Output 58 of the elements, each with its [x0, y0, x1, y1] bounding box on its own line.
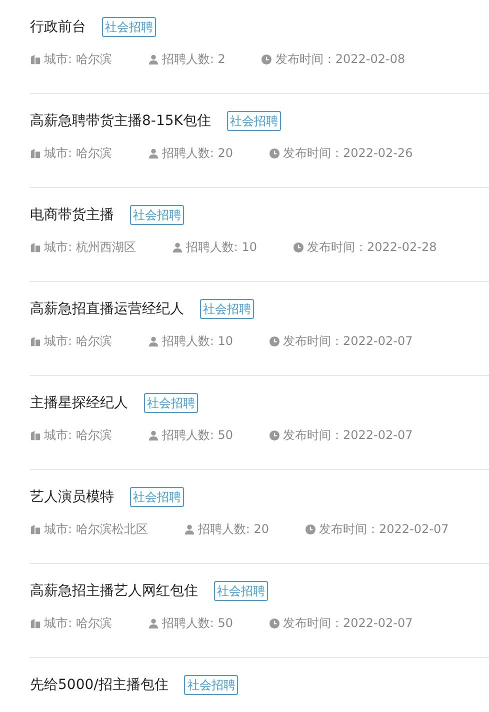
- person-icon: [172, 242, 183, 253]
- date-label: 发布时间：2022-02-07: [283, 615, 413, 632]
- date-label: 发布时间：2022-02-07: [319, 521, 449, 538]
- headcount-label: 招聘人数: 20: [198, 521, 269, 538]
- category-tag: 社会招聘: [214, 581, 268, 601]
- clock-icon: [269, 618, 280, 629]
- person-icon: [148, 148, 159, 159]
- job-title[interactable]: 电商带货主播: [30, 206, 114, 224]
- job-title[interactable]: 艺人演员模特: [30, 488, 114, 506]
- city-label: 城市: 哈尔滨松北区: [44, 521, 148, 538]
- job-title[interactable]: 高薪急招主播艺人网红包住: [30, 582, 198, 600]
- clock-icon: [269, 430, 280, 441]
- city-label: 城市: 杭州西湖区: [44, 239, 136, 256]
- building-icon: [30, 148, 41, 159]
- building-icon: [30, 524, 41, 535]
- building-icon: [30, 242, 41, 253]
- person-icon: [148, 336, 159, 347]
- category-tag: 社会招聘: [200, 299, 254, 319]
- date-label: 发布时间：2022-02-08: [275, 51, 406, 68]
- category-tag: 社会招聘: [226, 111, 281, 131]
- person-icon: [148, 618, 159, 629]
- building-icon: [30, 336, 41, 347]
- headcount-label: 招聘人数: 10: [162, 333, 233, 350]
- city-label: 城市: 哈尔滨: [44, 333, 112, 350]
- category-tag: 社会招聘: [130, 205, 184, 225]
- job-title[interactable]: 高薪急招直播运营经纪人: [30, 300, 184, 318]
- headcount-label: 招聘人数: 50: [162, 615, 233, 632]
- clock-icon: [269, 336, 280, 347]
- building-icon: [30, 430, 41, 441]
- headcount-label: 招聘人数: 10: [186, 239, 257, 256]
- person-icon: [148, 54, 159, 65]
- job-title[interactable]: 先给5000/招主播包住: [30, 676, 168, 694]
- clock-icon: [293, 242, 304, 253]
- date-label: 发布时间：2022-02-07: [283, 333, 413, 350]
- headcount-label: 招聘人数: 2: [162, 51, 226, 68]
- date-label: 发布时间：2022-02-26: [283, 145, 413, 162]
- headcount-label: 招聘人数: 20: [162, 145, 233, 162]
- date-label: 发布时间：2022-02-07: [283, 427, 413, 444]
- category-tag: 社会招聘: [144, 393, 198, 413]
- date-label: 发布时间：2022-02-28: [307, 239, 437, 256]
- building-icon: [30, 618, 41, 629]
- building-icon: [30, 54, 41, 65]
- job-title[interactable]: 行政前台: [30, 18, 86, 36]
- headcount-label: 招聘人数: 50: [162, 427, 233, 444]
- person-icon: [148, 430, 159, 441]
- job-title[interactable]: 主播星探经纪人: [30, 394, 128, 412]
- clock-icon: [305, 524, 316, 535]
- clock-icon: [269, 148, 280, 159]
- job-title[interactable]: 高薪急聘带货主播8-15K包住: [30, 112, 211, 130]
- city-label: 城市: 哈尔滨: [44, 615, 112, 632]
- city-label: 城市: 哈尔滨: [44, 145, 112, 162]
- city-label: 城市: 哈尔滨: [44, 51, 112, 68]
- person-icon: [184, 524, 195, 535]
- city-label: 城市: 哈尔滨: [44, 427, 112, 444]
- clock-icon: [261, 54, 272, 65]
- category-tag: 社会招聘: [102, 17, 156, 37]
- category-tag: 社会招聘: [130, 487, 184, 507]
- category-tag: 社会招聘: [184, 675, 238, 695]
